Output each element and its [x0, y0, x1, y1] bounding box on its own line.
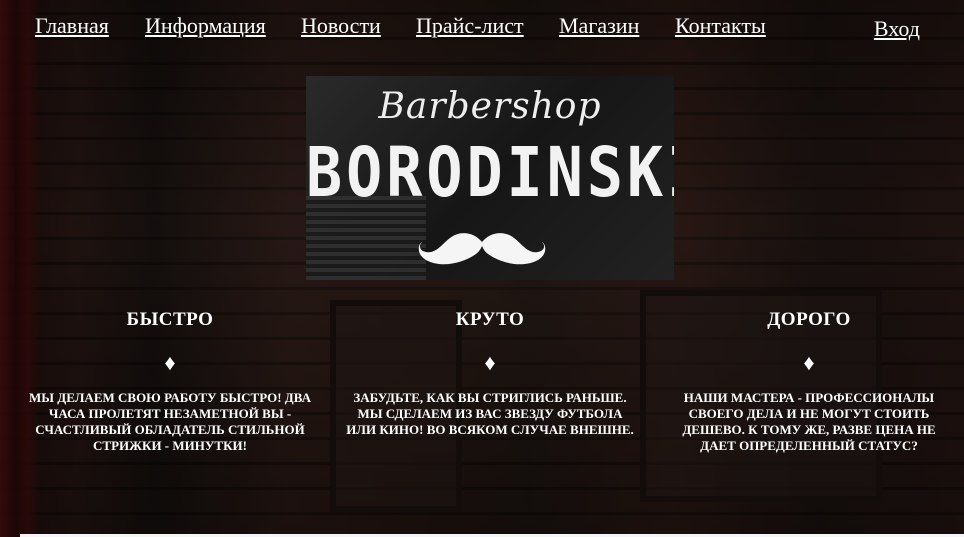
nav-item-info[interactable]: Информация: [145, 12, 266, 40]
logo-script-text: Barbershop: [378, 86, 602, 127]
diamond-icon: ♦: [803, 350, 815, 375]
background-curtain: [0, 0, 40, 537]
diamond-icon: ♦: [484, 350, 496, 375]
feature-title: БЫСТРО: [126, 309, 214, 330]
main-nav: Главная Информация Новости Прайс-лист Ма…: [35, 12, 924, 46]
login-link[interactable]: Вход: [874, 16, 920, 42]
feature-text: МЫ ДЕЛАЕМ СВОЮ РАБОТУ БЫСТРО! ДВА ЧАСА П…: [29, 390, 311, 453]
nav-item-contacts[interactable]: Контакты: [675, 12, 766, 40]
nav-item-price-list[interactable]: Прайс-лист: [416, 12, 524, 40]
diamond-icon: ♦: [164, 350, 176, 375]
feature-fast: БЫСТРО ♦ МЫ ДЕЛАЕМ СВОЮ РАБОТУ БЫСТРО! Д…: [25, 308, 315, 454]
feature-expensive: ДОРОГО ♦ НАШИ МАСТЕРА - ПРОФЕССИОНАЛЫ СВ…: [664, 308, 954, 454]
feature-title: ДОРОГО: [767, 309, 851, 330]
feature-cool: КРУТО ♦ ЗАБУДЬТЕ, КАК ВЫ СТРИГЛИСЬ РАНЬШ…: [345, 308, 635, 438]
logo-brand-text: BORODINSKI: [306, 132, 674, 214]
nav-item-news[interactable]: Новости: [301, 12, 381, 40]
feature-title: КРУТО: [455, 309, 525, 330]
nav-item-shop[interactable]: Магазин: [559, 12, 639, 40]
barbershop-logo: Barbershop BORODINSKI: [306, 76, 674, 280]
mustache-icon: [418, 233, 546, 265]
feature-text: НАШИ МАСТЕРА - ПРОФЕССИОНАЛЫ СВОЕГО ДЕЛА…: [682, 390, 936, 453]
feature-text: ЗАБУДЬТЕ, КАК ВЫ СТРИГЛИСЬ РАНЬШЕ. МЫ СД…: [346, 390, 634, 437]
nav-item-home[interactable]: Главная: [35, 12, 109, 40]
